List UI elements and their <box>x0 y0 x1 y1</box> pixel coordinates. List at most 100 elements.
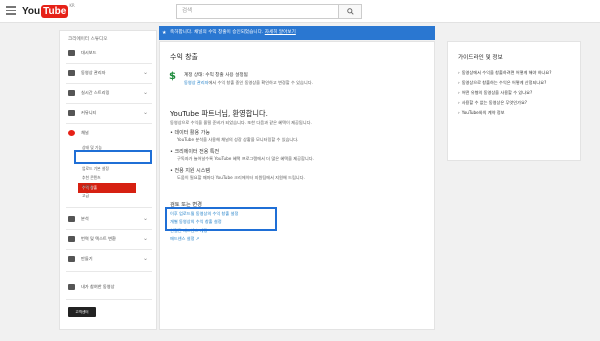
guidelines-title: 가이드라인 및 정보 <box>458 55 503 61</box>
sidebar-item-live-streaming[interactable]: 실시간 스트리밍 ⌄ <box>60 87 156 99</box>
partner-description: 동영상으로 수익을 올릴 준비가 되었습니다. 또한 다음과 같은 혜택이 제공… <box>170 120 312 125</box>
create-icon <box>68 256 75 262</box>
chevron-down-icon[interactable]: ⌄ <box>143 215 148 222</box>
dollar-icon: $ <box>169 71 176 82</box>
sidebar-item-translations[interactable]: 번역 및 텍스트 변환 ⌄ <box>60 233 156 245</box>
divider <box>66 103 152 104</box>
analytics-icon <box>68 216 75 222</box>
divider <box>66 299 152 300</box>
benefit-title-text: 크리에이터 전용 특전 <box>174 149 220 155</box>
highlight-box-monetization <box>74 150 152 164</box>
youtube-logo[interactable]: You Tube KR <box>22 3 75 19</box>
guideline-link[interactable]: › 동영상으로 창출하는 수익은 어떻게 산정되나요? <box>458 80 546 86</box>
creator-studio-sidebar: 크리에이터 스튜디오 대시보드 동영상 관리자 ⌄ 실시간 스트리밍 ⌄ 커뮤니… <box>59 30 157 330</box>
dashboard-icon <box>68 50 75 56</box>
divider <box>66 229 152 230</box>
benefit-title: • 크리에이터 전용 특전 <box>170 149 220 155</box>
sidebar-item-label: 만들기 <box>81 256 93 261</box>
chevron-right-icon: › <box>458 110 460 115</box>
sidebar-item-video-manager[interactable]: 동영상 관리자 ⌄ <box>60 67 156 79</box>
sidebar-item-contributions[interactable]: 내가 참여한 동영상 <box>60 281 156 293</box>
banner-text: 축하합니다. 채널의 수익 창출이 승인되었습니다. <box>170 30 264 35</box>
benefit-title-text: 전용 지원 시스템 <box>174 168 210 174</box>
video-manager-link[interactable]: 동영상 관리자 <box>184 80 208 85</box>
sidebar-item-channel[interactable]: 채널 <box>60 127 156 139</box>
divider <box>66 83 152 84</box>
live-icon <box>68 90 75 96</box>
benefit-title: • 전용 지원 시스템 <box>170 168 210 174</box>
guideline-link-text[interactable]: 사용할 수 없는 동영상은 무엇인가요? <box>462 100 527 105</box>
sidebar-item-label: 번역 및 텍스트 변환 <box>81 236 116 241</box>
sidebar-subitem-branding[interactable]: 브랜딩 <box>82 183 92 190</box>
benefit-description: YouTube 분석을 사용해 채널의 성장 상황을 모니터링할 수 있습니다. <box>177 137 299 142</box>
sidebar-item-label: 분석 <box>81 216 89 221</box>
chevron-right-icon: › <box>458 70 460 75</box>
guideline-link[interactable]: › YouTube와의 계약 정보 <box>458 110 505 116</box>
sidebar-title: 크리에이터 스튜디오 <box>68 37 108 42</box>
translate-icon <box>68 236 75 242</box>
divider <box>66 63 152 64</box>
community-icon <box>68 110 75 116</box>
guideline-link[interactable]: › 동영상에서 수익을 창출하려면 어떻게 해야 하나요? <box>458 70 551 76</box>
benefit-title: • 데이터 활용 가능 <box>170 130 210 136</box>
benefit-description: 구독자가 늘어날수록 YouTube 혜택 프로그램에서 더 많은 혜택을 제공… <box>177 156 314 161</box>
chevron-right-icon: › <box>458 100 460 105</box>
guidelines-panel: 가이드라인 및 정보 › 동영상에서 수익을 창출하려면 어떻게 해야 하나요? … <box>447 41 581 161</box>
search-icon <box>346 8 354 15</box>
section-title: 수익 창출 <box>170 53 198 61</box>
sidebar-subitem-featured-content[interactable]: 추천 콘텐츠 <box>82 174 101 181</box>
search-button[interactable] <box>338 4 362 19</box>
divider <box>66 123 152 124</box>
sidebar-item-create[interactable]: 만들기 ⌄ <box>60 253 156 265</box>
chevron-down-icon[interactable]: ⌄ <box>143 255 148 262</box>
sidebar-item-label: 대시보드 <box>81 50 97 55</box>
chevron-down-icon[interactable]: ⌄ <box>143 109 148 116</box>
sidebar-item-community[interactable]: 커뮤니티 ⌄ <box>60 107 156 119</box>
account-status: 계정 상태: 수익 창출 사용 설정됨 <box>184 73 248 78</box>
account-description-text: 에서 수익 창출 중인 동영상을 확인하고 변경할 수 있습니다. <box>208 80 313 85</box>
divider <box>66 271 152 272</box>
success-banner: ★ 축하합니다. 채널의 수익 창출이 승인되었습니다. 자세히 알아보기 <box>159 26 435 40</box>
sidebar-subitem-upload-defaults[interactable]: 업로드 기본 설정 <box>82 165 109 172</box>
guideline-link[interactable]: › 어떤 유형의 동영상을 사용할 수 있나요? <box>458 90 532 96</box>
sidebar-item-label: 채널 <box>81 130 89 135</box>
banner-learn-more-link[interactable]: 자세히 알아보기 <box>265 30 296 35</box>
sidebar-item-analytics[interactable]: 분석 ⌄ <box>60 213 156 225</box>
sidebar-item-dashboard[interactable]: 대시보드 <box>60 47 156 59</box>
benefit-description: 도움이 필요할 때마다 YouTube 크리에이터 지원팀에서 지원해 드립니다… <box>177 175 305 180</box>
search-input[interactable]: 검색 <box>176 4 338 19</box>
sidebar-item-label: 커뮤니티 <box>81 110 97 115</box>
monetization-panel: 수익 창출 $ 계정 상태: 수익 창출 사용 설정됨 동영상 관리자에서 수익… <box>159 41 435 330</box>
sidebar-item-label: 내가 참여한 동영상 <box>81 284 115 289</box>
guideline-link-text[interactable]: 동영상으로 창출하는 수익은 어떻게 산정되나요? <box>462 80 547 85</box>
account-description: 동영상 관리자에서 수익 창출 중인 동영상을 확인하고 변경할 수 있습니다. <box>184 80 313 86</box>
chevron-down-icon[interactable]: ⌄ <box>143 89 148 96</box>
guideline-link[interactable]: › 사용할 수 없는 동영상은 무엇인가요? <box>458 100 527 106</box>
guideline-link-text[interactable]: 어떤 유형의 동영상을 사용할 수 있나요? <box>462 90 533 95</box>
help-center-button[interactable]: 고객센터 <box>68 307 96 317</box>
sidebar-item-label: 동영상 관리자 <box>81 70 106 75</box>
star-icon: ★ <box>162 30 167 36</box>
logo-text-tube: Tube <box>41 4 69 18</box>
chevron-right-icon: › <box>458 90 460 95</box>
contributions-icon <box>68 284 75 290</box>
top-bar: You Tube KR 검색 <box>0 0 600 23</box>
chevron-down-icon[interactable]: ⌄ <box>143 235 148 242</box>
chevron-down-icon[interactable]: ⌄ <box>143 69 148 76</box>
sidebar-item-label: 실시간 스트리밍 <box>81 90 110 95</box>
guideline-link-text[interactable]: 동영상에서 수익을 창출하려면 어떻게 해야 하나요? <box>462 70 552 75</box>
channel-icon <box>68 130 75 136</box>
partner-welcome-title: YouTube 파트너님, 환영합니다. <box>170 109 268 118</box>
hamburger-menu-icon[interactable] <box>6 6 16 15</box>
logo-region: KR <box>69 3 75 8</box>
benefit-title-text: 데이터 활용 가능 <box>174 130 210 136</box>
highlight-box-review-links <box>165 207 277 231</box>
adsense-settings-link[interactable]: 애드센스 설정 ↗ <box>170 236 199 242</box>
divider <box>66 249 152 250</box>
logo-text-you: You <box>22 5 41 17</box>
chevron-right-icon: › <box>458 80 460 85</box>
divider <box>66 207 152 208</box>
guideline-link-text[interactable]: YouTube와의 계약 정보 <box>462 110 505 115</box>
sidebar-subitem-advanced[interactable]: 고급 <box>82 192 89 199</box>
video-manager-icon <box>68 70 75 76</box>
